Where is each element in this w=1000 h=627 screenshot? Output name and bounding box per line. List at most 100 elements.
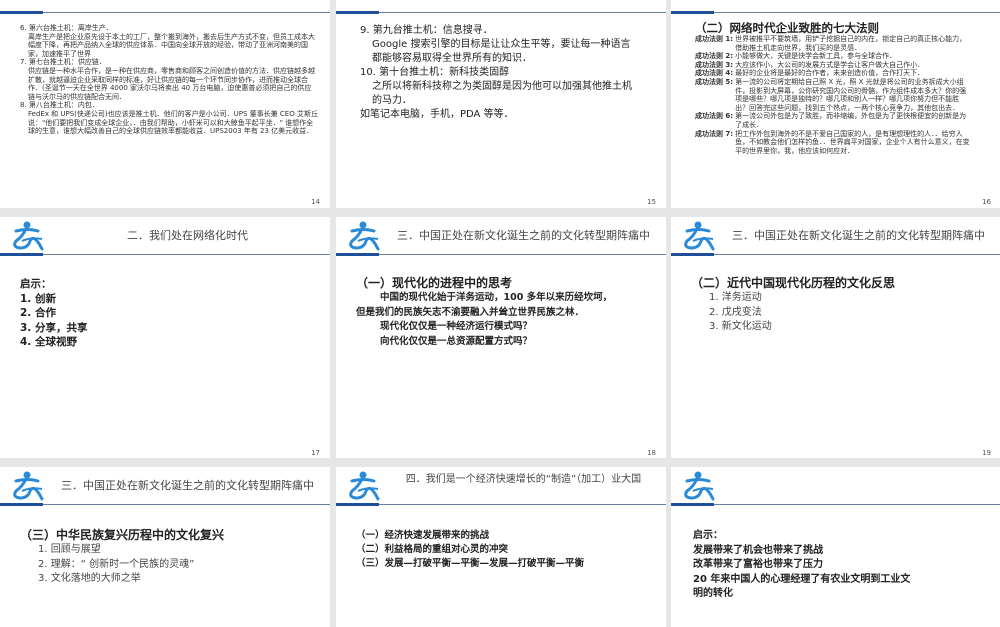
slide-title: 三．中国正处在新文化诞生之前的文化转型期阵痛中 bbox=[732, 229, 985, 242]
header-accent-bar bbox=[0, 503, 43, 506]
slide-thumbnail-15[interactable]: 9. 第九台推土机：信息搜寻． Google 搜索引擎的目标是让让众生平等，要让… bbox=[336, 0, 666, 208]
law-text: 第一流的公司将定期给自己照 X 光，照 X 光就是将公司的业务拆成大小组件，投影… bbox=[735, 77, 967, 112]
header-line bbox=[671, 504, 1000, 505]
slide-body: 启示： 1. 创新 2. 合作 3. 分享，共享 4. 全球视野 bbox=[20, 277, 318, 350]
law-text: 第一流公司外包是为了致胜，而非缩编，外包是为了更快根便宜的创新是为了成长． bbox=[735, 112, 967, 129]
item-heading: 10. 第十台推土机：新科技类固醇 bbox=[360, 67, 510, 78]
header-line bbox=[336, 504, 666, 505]
item-text: 离岸生产是把企业原先设于本土的工厂，整个搬到海外，搬去后生产方式不变，但员工成本… bbox=[28, 32, 315, 58]
list-item: 3. 文化落地的大师之举 bbox=[38, 573, 141, 584]
logo-icon bbox=[13, 221, 44, 251]
slide-thumbnail-20[interactable]: 三．中国正处在新文化诞生之前的文化转型期阵痛中 （三）中华民族复兴历程中的文化复… bbox=[0, 467, 330, 627]
logo-icon bbox=[349, 221, 380, 251]
slide-body: （三）中华民族复兴历程中的文化复兴 1. 回顾与展望 2. 理解：“ 创新时一个… bbox=[20, 527, 318, 587]
slide-title: 四．我们是一个经济快速增长的“制造”（加工）业大国 bbox=[405, 474, 642, 485]
slide-thumbnail-16[interactable]: （二）网络时代企业致胜的七大法则 成功法则 1: 世界被推平不要筑墙，用铲子挖掘自… bbox=[671, 0, 1000, 208]
slide-thumbnail-17[interactable]: 二．我们处在网络化时代 启示： 1. 创新 2. 合作 3. 分享，共享 4. … bbox=[0, 217, 330, 458]
header-line bbox=[336, 254, 666, 255]
page-number: 19 bbox=[982, 449, 991, 457]
header-line bbox=[336, 12, 666, 13]
list-item: 3. 分享，共享 bbox=[20, 321, 88, 334]
list-item: 发展带来了机会也带来了挑战 bbox=[693, 544, 823, 556]
slide-body: （二）近代中国现代化历程的文化反思 1. 洋务运动 2. 戊戌变法 3. 新文化… bbox=[691, 275, 989, 335]
logo-icon bbox=[684, 221, 715, 251]
law-text: 世界被推平不要筑墙，用铲子挖掘自己的内在，锁定自己的真正核心能力，借助推土机走向… bbox=[735, 35, 967, 52]
header-line bbox=[0, 504, 330, 505]
law-item: 成功法则 2: 小能够做大，关键是快学会新工具，参与全球合作． bbox=[695, 52, 971, 61]
slide-body: （一）经济快速发展带来的挑战 （二）利益格局的重组对心灵的冲突 （三）发展—打破… bbox=[356, 529, 654, 571]
item-heading: 9. 第九台推土机：信息搜寻． bbox=[360, 25, 493, 36]
logo-icon bbox=[13, 471, 44, 501]
header-accent-bar bbox=[0, 253, 43, 256]
header-line bbox=[671, 254, 1000, 255]
law-label: 成功法则 2: bbox=[695, 52, 734, 61]
slide-title: 三．中国正处在新文化诞生之前的文化转型期阵痛中 bbox=[61, 479, 314, 492]
list-item: 3. 新文化运动 bbox=[709, 321, 772, 332]
item-heading: 6. 第六台推土机：离岸生产． bbox=[20, 24, 113, 32]
slide-heading: （二）网络时代企业致胜的七大法则 bbox=[695, 21, 879, 35]
law-item: 成功法则 7: 把工作外包到海外的不是不爱自己国家的人，是有理想理性的人．．给穷人… bbox=[695, 130, 971, 156]
header-line bbox=[671, 12, 1000, 13]
slide-heading: 启示： bbox=[20, 278, 52, 290]
slide-body: 6. 第六台推土机：离岸生产． 离岸生产是把企业原先设于本土的工厂，整个搬到海外… bbox=[20, 24, 318, 136]
header-accent-bar bbox=[671, 503, 714, 506]
slide-heading: （一）现代化的进程中的思考 bbox=[356, 276, 513, 290]
slide-body: （一）现代化的进程中的思考 中国的现代化始于洋务运动，100 多年以来历经坎坷，… bbox=[356, 275, 616, 349]
item-text: FedEx 和 UPS(快递公司)也应该是推土机．他们的客户是小公司．UPS 董… bbox=[28, 109, 318, 136]
slide-body: 9. 第九台推土机：信息搜寻． Google 搜索引擎的目标是让让众生平等，要让… bbox=[360, 24, 636, 122]
law-label: 成功法则 5: bbox=[695, 77, 734, 86]
law-item: 成功法则 1: 世界被推平不要筑墙，用铲子挖掘自己的内在，锁定自己的真正核心能力，… bbox=[695, 35, 971, 52]
slide-title: 二．我们处在网络化时代 bbox=[127, 229, 248, 242]
law-item: 成功法则 4: 最好的企业将是最好的合作者，未来创造价值，合作打天下． bbox=[695, 69, 971, 78]
page-number: 14 bbox=[311, 198, 320, 206]
slide-thumbnail-22[interactable]: 启示： 发展带来了机会也带来了挑战 改革带来了富裕也带来了压力 20 年来中国人… bbox=[671, 467, 1000, 627]
header-accent-bar bbox=[336, 11, 379, 14]
law-label: 成功法则 1: bbox=[695, 35, 734, 43]
header-accent-bar bbox=[671, 253, 714, 256]
header-accent-bar bbox=[336, 253, 379, 256]
slide-heading: 启示： bbox=[693, 530, 723, 541]
list-item: 4. 全球视野 bbox=[20, 336, 77, 348]
list-item: 1. 洋务运动 bbox=[709, 292, 762, 303]
paragraph: 中国的现代化始于洋务运动，100 多年以来历经坎坷，但是我们的民族矢志不渝要融入… bbox=[356, 292, 613, 318]
header-accent-bar bbox=[671, 11, 714, 14]
item-text: Google 搜索引擎的目标是让让众生平等，要让每一种语言都能够容易取得全世界所… bbox=[372, 39, 631, 64]
list-item: 20 年来中国人的心理经理了有农业文明到工业文明的转化 bbox=[693, 573, 911, 600]
list-item: 2. 戊戌变法 bbox=[709, 306, 762, 318]
law-label: 成功法则 4: bbox=[695, 69, 734, 78]
item-text: 供应链是一种水平合作，是一种在供应商，零售商和顾客之间创造价值的方法．供应链越多… bbox=[28, 66, 315, 101]
slide-body: （二）网络时代企业致胜的七大法则 成功法则 1: 世界被推平不要筑墙，用铲子挖掘自… bbox=[695, 21, 971, 155]
paragraph: 现代化仅仅是一种经济运行模式吗？ bbox=[380, 321, 533, 332]
page-number: 17 bbox=[311, 449, 320, 457]
header-accent-bar bbox=[0, 11, 43, 14]
slide-thumbnail-14[interactable]: 6. 第六台推土机：离岸生产． 离岸生产是把企业原先设于本土的工厂，整个搬到海外… bbox=[0, 0, 330, 208]
list-item: （二）利益格局的重组对心灵的冲突 bbox=[356, 544, 509, 555]
header-accent-bar bbox=[336, 503, 379, 506]
slide-body: 启示： 发展带来了机会也带来了挑战 改革带来了富裕也带来了压力 20 年来中国人… bbox=[693, 529, 916, 602]
list-item: （三）发展—打破平衡—平衡—发展—打破平衡—平衡 bbox=[356, 558, 585, 569]
slide-heading: （二）近代中国现代化历程的文化反思 bbox=[691, 276, 896, 290]
slide-heading: （三）中华民族复兴历程中的文化复兴 bbox=[20, 528, 225, 542]
item-text: 如笔记本电脑，手机，PDA 等等． bbox=[360, 109, 514, 120]
law-item: 成功法则 6: 第一流公司外包是为了致胜，而非缩编，外包是为了更快根便宜的创新是为… bbox=[695, 112, 971, 129]
page-number: 16 bbox=[982, 198, 991, 206]
slide-thumbnail-21[interactable]: 四．我们是一个经济快速增长的“制造”（加工）业大国 （一）经济快速发展带来的挑战… bbox=[336, 467, 666, 627]
header-line bbox=[0, 254, 330, 255]
list-item: 1. 创新 bbox=[20, 292, 56, 305]
page-number: 18 bbox=[647, 449, 656, 457]
slide-thumbnail-19[interactable]: 三．中国正处在新文化诞生之前的文化转型期阵痛中 （二）近代中国现代化历程的文化反… bbox=[671, 217, 1000, 458]
logo-icon bbox=[349, 471, 380, 501]
law-text: 最好的企业将是最好的合作者，未来创造价值，合作打天下． bbox=[735, 69, 925, 78]
list-item: （一）经济快速发展带来的挑战 bbox=[356, 530, 490, 541]
law-label: 成功法则 7: bbox=[695, 129, 734, 138]
list-item: 改革带来了富裕也带来了压力 bbox=[693, 559, 823, 570]
list-item: 2. 理解：“ 创新时一个民族的灵魂” bbox=[38, 558, 195, 570]
list-item: 1. 回顾与展望 bbox=[38, 544, 101, 555]
item-heading: 8. 第八台推土机：内包． bbox=[20, 101, 99, 110]
page-number: 15 bbox=[647, 198, 656, 206]
law-item: 成功法则 5: 第一流的公司将定期给自己照 X 光，照 X 光就是将公司的业务拆成… bbox=[695, 78, 971, 112]
slide-thumbnail-18[interactable]: 三．中国正处在新文化诞生之前的文化转型期阵痛中 （一）现代化的进程中的思考 中国… bbox=[336, 217, 666, 458]
paragraph: 向代化仅仅是一总资源配置方式吗？ bbox=[380, 335, 533, 347]
law-text: 小能够做大，关键是快学会新工具，参与全球合作． bbox=[735, 52, 897, 61]
item-heading: 7. 第七台推土机：供应链． bbox=[20, 58, 106, 67]
